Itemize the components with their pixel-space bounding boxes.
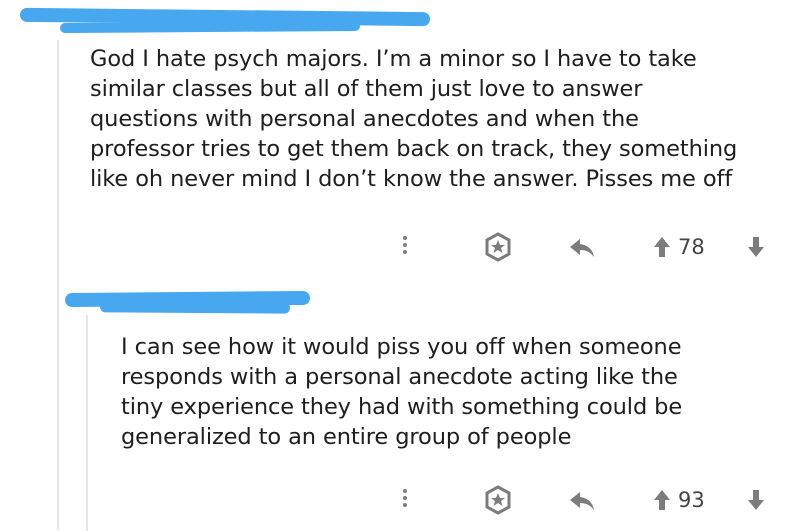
downvote-icon[interactable]: [747, 489, 765, 511]
redacted-username-stroke: [59, 20, 361, 34]
upvote-icon[interactable]: [653, 489, 671, 511]
award-icon[interactable]: [483, 485, 513, 515]
more-icon[interactable]: [402, 236, 408, 258]
comment-line: tiny experience they had with something …: [121, 394, 683, 420]
comment-line: I can see how it would piss you off when…: [121, 334, 682, 360]
comment-body: God I hate psych majors. I’m a minor so …: [90, 44, 737, 194]
comment-line: generalized to an entire group of people: [121, 424, 572, 450]
thread-line-reply[interactable]: [86, 315, 88, 531]
upvote-icon[interactable]: [653, 236, 671, 258]
comment-line: like oh never mind I don’t know the answ…: [90, 166, 733, 192]
reply-actions: 93: [395, 483, 785, 517]
downvote-icon[interactable]: [747, 236, 765, 258]
reply-body: I can see how it would piss you off when…: [121, 332, 682, 452]
reply-icon[interactable]: [568, 237, 596, 259]
thread-line[interactable]: [57, 40, 59, 530]
more-icon[interactable]: [402, 489, 408, 511]
comment-line: responds with a personal anecdote acting…: [121, 364, 678, 390]
comment-line: God I hate psych majors. I’m a minor so …: [90, 46, 697, 72]
comment-line: similar classes but all of them just lov…: [90, 76, 643, 102]
comment-line: professor tries to get them back on trac…: [90, 136, 738, 162]
comment-actions: 78: [395, 230, 785, 264]
redacted-username-stroke: [99, 301, 291, 314]
comment-line: questions with personal anecdotes and wh…: [90, 106, 639, 132]
vote-count: 78: [678, 235, 705, 259]
award-icon[interactable]: [483, 232, 513, 262]
reply-icon[interactable]: [568, 490, 596, 512]
vote-count: 93: [678, 488, 705, 512]
